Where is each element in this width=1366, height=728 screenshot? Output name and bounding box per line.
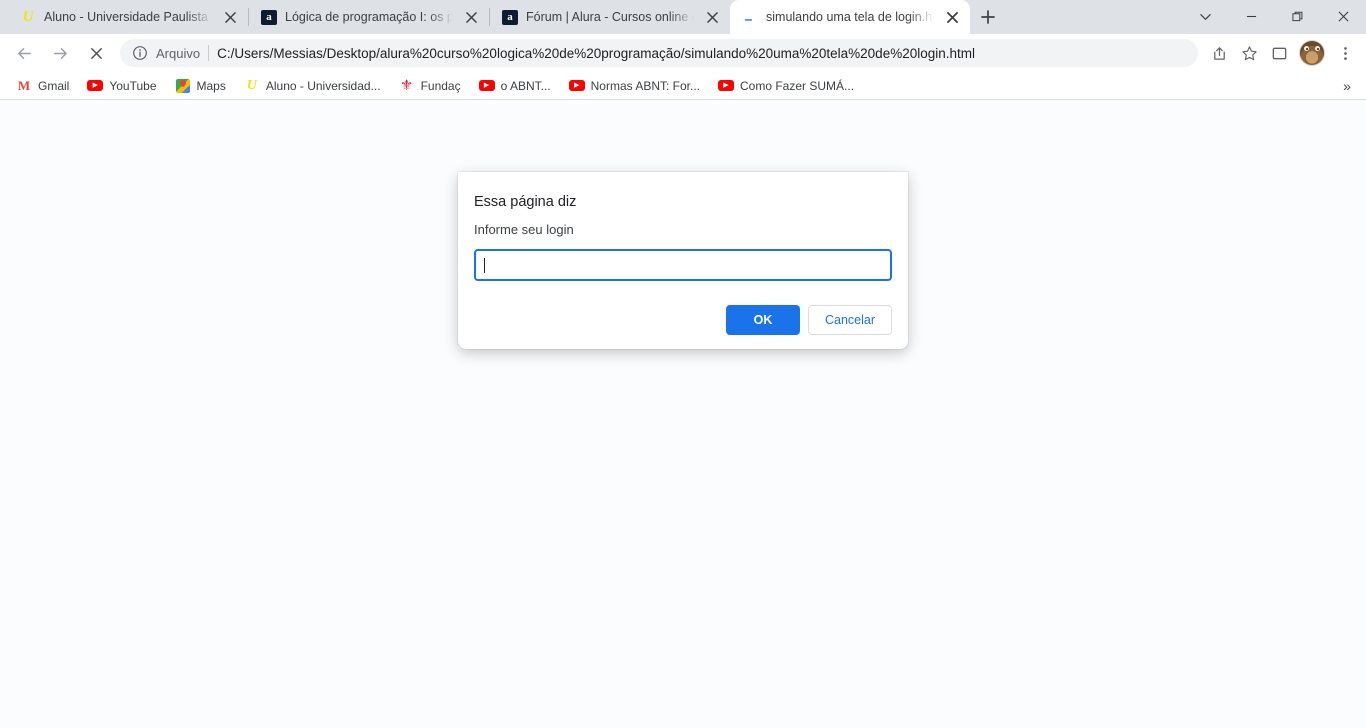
bookmark-aluno-universidade[interactable]: U Aluno - Universidad... [236, 75, 389, 97]
bookmark-label: Como Fazer SUMÁ... [740, 78, 855, 93]
bookmark-label: Maps [196, 78, 226, 93]
dialog-actions: OK Cancelar [474, 305, 892, 335]
back-arrow-icon[interactable] [8, 37, 40, 69]
bookmark-youtube[interactable]: ▶ YouTube [79, 75, 164, 97]
side-panel-icon[interactable] [1264, 38, 1294, 68]
window-maximize-icon[interactable] [1274, 0, 1320, 32]
bookmark-como-fazer-sumario[interactable]: ▶ Como Fazer SUMÁ... [710, 75, 862, 97]
javascript-prompt-dialog: Essa página diz Informe seu login OK Can… [458, 172, 908, 349]
share-icon[interactable] [1204, 38, 1234, 68]
text-caret [484, 257, 485, 273]
address-bar[interactable]: Arquivo C:/Users/Messias/Desktop/alura%2… [120, 39, 1198, 67]
youtube-icon: ▶ [87, 78, 104, 94]
bookmark-maps[interactable]: Maps [167, 75, 234, 97]
unip-icon: U [22, 8, 34, 25]
maps-icon [175, 78, 191, 94]
alura-icon: a [502, 9, 518, 25]
tab-close-icon[interactable] [942, 7, 962, 27]
new-tab-button[interactable] [974, 3, 1002, 31]
unip-icon: U [246, 77, 257, 93]
window-close-icon[interactable] [1320, 0, 1366, 32]
bookmark-fundacao[interactable]: ⚜ Fundaç [391, 75, 469, 97]
url-text: C:/Users/Messias/Desktop/alura%20curso%2… [217, 45, 975, 61]
tab-close-icon[interactable] [702, 7, 722, 27]
stop-loading-icon[interactable] [80, 37, 112, 69]
youtube-icon: ▶ [568, 78, 585, 94]
dialog-cancel-button[interactable]: Cancelar [807, 305, 892, 335]
dialog-prompt-input[interactable] [474, 249, 892, 281]
blank-page-icon [742, 9, 758, 25]
browser-tab-3[interactable]: a Fórum | Alura - Cursos online de [490, 0, 730, 34]
omnibox-divider [208, 45, 210, 61]
browser-tab-1[interactable]: U Aluno - Universidade Paulista - U [8, 0, 248, 34]
browser-tab-2[interactable]: a Lógica de programação I: os prin [249, 0, 489, 34]
dialog-ok-button[interactable]: OK [725, 305, 800, 335]
bookmark-label: Aluno - Universidad... [265, 78, 381, 93]
tab-strip: U Aluno - Universidade Paulista - U a Ló… [0, 0, 1366, 34]
youtube-icon: ▶ [478, 78, 495, 94]
chrome-menu-icon[interactable] [1330, 38, 1360, 68]
bookmarks-bar: M Gmail ▶ YouTube Maps U Aluno - Univers… [0, 72, 1366, 100]
bookmark-gmail[interactable]: M Gmail [8, 75, 77, 97]
gmail-icon: M [17, 78, 31, 93]
browser-toolbar: Arquivo C:/Users/Messias/Desktop/alura%2… [0, 34, 1366, 72]
bookmark-label: Normas ABNT: For... [590, 78, 700, 93]
bookmark-label: Fundaç [420, 78, 461, 93]
bookmark-star-icon[interactable] [1234, 38, 1264, 68]
alura-icon: a [261, 9, 277, 25]
fundacao-icon: ⚜ [399, 77, 414, 94]
bookmark-label: YouTube [109, 78, 157, 93]
window-controls [1182, 0, 1366, 34]
profile-avatar[interactable] [1299, 40, 1325, 66]
url-scheme-label: Arquivo [156, 45, 201, 61]
dialog-message: Informe seu login [474, 222, 574, 237]
bookmark-label: Gmail [38, 78, 70, 93]
window-minimize-icon[interactable] [1228, 0, 1274, 32]
bookmark-abnt[interactable]: ▶ o ABNT... [471, 75, 559, 97]
tab-search-chevron-down-icon[interactable] [1182, 0, 1228, 32]
tab-close-icon[interactable] [220, 7, 240, 27]
dialog-title: Essa página diz [474, 194, 577, 210]
youtube-icon: ▶ [718, 78, 734, 94]
forward-arrow-icon[interactable] [44, 37, 76, 69]
bookmarks-overflow-chevron-icon[interactable]: » [1336, 75, 1358, 97]
tab-title: simulando uma tela de login.htm [766, 10, 934, 24]
tab-close-icon[interactable] [461, 7, 481, 27]
page-content-area: Essa página diz Informe seu login OK Can… [0, 100, 1366, 728]
browser-tab-4-active[interactable]: simulando uma tela de login.htm [730, 0, 970, 34]
tab-title: Fórum | Alura - Cursos online de [526, 10, 694, 24]
tab-title: Lógica de programação I: os prin [285, 10, 453, 24]
tab-title: Aluno - Universidade Paulista - U [44, 10, 212, 24]
bookmark-label: o ABNT... [500, 78, 551, 93]
bookmark-normas-abnt[interactable]: ▶ Normas ABNT: For... [561, 75, 708, 97]
page-info-icon[interactable] [132, 45, 148, 61]
